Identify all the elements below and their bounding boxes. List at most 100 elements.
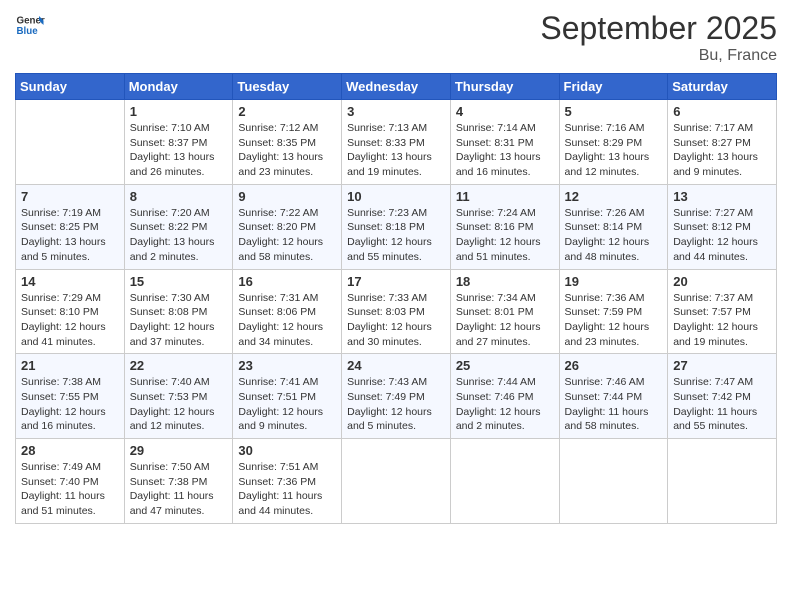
day-number: 25 [456, 358, 554, 373]
calendar-cell: 30Sunrise: 7:51 AM Sunset: 7:36 PM Dayli… [233, 439, 342, 524]
calendar-cell [16, 100, 125, 185]
calendar-table: SundayMondayTuesdayWednesdayThursdayFrid… [15, 73, 777, 524]
day-number: 18 [456, 274, 554, 289]
day-info: Sunrise: 7:44 AM Sunset: 7:46 PM Dayligh… [456, 375, 554, 434]
day-info: Sunrise: 7:34 AM Sunset: 8:01 PM Dayligh… [456, 291, 554, 350]
day-number: 24 [347, 358, 445, 373]
calendar-cell [559, 439, 668, 524]
calendar-cell: 10 Sunrise: 7:23 AM Sunset: 8:18 PM Dayli… [342, 184, 451, 269]
calendar-cell: 11Sunrise: 7:24 AM Sunset: 8:16 PM Dayli… [450, 184, 559, 269]
calendar-cell: 20Sunrise: 7:37 AM Sunset: 7:57 PM Dayli… [668, 269, 777, 354]
day-info: Sunrise: 7:16 AM Sunset: 8:29 PM Dayligh… [565, 121, 663, 180]
logo: General Blue [15, 10, 45, 40]
logo-icon: General Blue [15, 10, 45, 40]
day-number: 29 [130, 443, 228, 458]
calendar-cell: 27 Sunrise: 7:47 AM Sunset: 7:42 PM Dayli… [668, 354, 777, 439]
calendar-cell: 18 Sunrise: 7:34 AM Sunset: 8:01 PM Dayli… [450, 269, 559, 354]
day-number: 2 [238, 104, 336, 119]
day-info: Sunrise: 7:31 AM Sunset: 8:06 PM Dayligh… [238, 291, 336, 350]
calendar-cell: 19 Sunrise: 7:36 AM Sunset: 7:59 PM Dayli… [559, 269, 668, 354]
day-info: Sunrise: 7:12 AM Sunset: 8:35 PM Dayligh… [238, 121, 336, 180]
calendar-cell: 28 Sunrise: 7:49 AM Sunset: 7:40 PM Dayli… [16, 439, 125, 524]
day-info: Sunrise: 7:49 AM Sunset: 7:40 PM Dayligh… [21, 460, 119, 519]
day-of-week-header: Friday [559, 74, 668, 100]
day-info: Sunrise: 7:22 AM Sunset: 8:20 PM Dayligh… [238, 206, 336, 265]
location-subtitle: Bu, France [540, 47, 777, 65]
day-info: Sunrise: 7:19 AM Sunset: 8:25 PM Dayligh… [21, 206, 119, 265]
day-number: 10 [347, 189, 445, 204]
day-info: Sunrise: 7:24 AM Sunset: 8:16 PM Dayligh… [456, 206, 554, 265]
calendar-cell: 9Sunrise: 7:22 AM Sunset: 8:20 PM Daylig… [233, 184, 342, 269]
day-number: 17 [347, 274, 445, 289]
day-info: Sunrise: 7:26 AM Sunset: 8:14 PM Dayligh… [565, 206, 663, 265]
day-number: 3 [347, 104, 445, 119]
calendar-cell: 24Sunrise: 7:43 AM Sunset: 7:49 PM Dayli… [342, 354, 451, 439]
calendar-week-row: 28 Sunrise: 7:49 AM Sunset: 7:40 PM Dayli… [16, 439, 777, 524]
day-info: Sunrise: 7:47 AM Sunset: 7:42 PM Dayligh… [673, 375, 771, 434]
day-info: Sunrise: 7:23 AM Sunset: 8:18 PM Dayligh… [347, 206, 445, 265]
day-number: 19 [565, 274, 663, 289]
calendar-header-row: SundayMondayTuesdayWednesdayThursdayFrid… [16, 74, 777, 100]
day-of-week-header: Wednesday [342, 74, 451, 100]
page-header: General Blue September 2025 Bu, France [15, 10, 777, 65]
calendar-week-row: 1 Sunrise: 7:10 AM Sunset: 8:37 PM Daylig… [16, 100, 777, 185]
day-of-week-header: Monday [124, 74, 233, 100]
calendar-cell [450, 439, 559, 524]
calendar-cell: 4 Sunrise: 7:14 AM Sunset: 8:31 PM Daylig… [450, 100, 559, 185]
day-info: Sunrise: 7:51 AM Sunset: 7:36 PM Dayligh… [238, 460, 336, 519]
day-of-week-header: Thursday [450, 74, 559, 100]
day-info: Sunrise: 7:40 AM Sunset: 7:53 PM Dayligh… [130, 375, 228, 434]
day-number: 14 [21, 274, 119, 289]
calendar-cell: 29Sunrise: 7:50 AM Sunset: 7:38 PM Dayli… [124, 439, 233, 524]
day-info: Sunrise: 7:14 AM Sunset: 8:31 PM Dayligh… [456, 121, 554, 180]
calendar-week-row: 21 Sunrise: 7:38 AM Sunset: 7:55 PM Dayli… [16, 354, 777, 439]
day-number: 22 [130, 358, 228, 373]
calendar-cell: 7 Sunrise: 7:19 AM Sunset: 8:25 PM Daylig… [16, 184, 125, 269]
day-of-week-header: Tuesday [233, 74, 342, 100]
calendar-cell: 17 Sunrise: 7:33 AM Sunset: 8:03 PM Dayli… [342, 269, 451, 354]
day-info: Sunrise: 7:36 AM Sunset: 7:59 PM Dayligh… [565, 291, 663, 350]
day-number: 26 [565, 358, 663, 373]
calendar-cell: 1 Sunrise: 7:10 AM Sunset: 8:37 PM Daylig… [124, 100, 233, 185]
calendar-cell [342, 439, 451, 524]
title-block: September 2025 Bu, France [540, 10, 777, 65]
day-number: 12 [565, 189, 663, 204]
calendar-cell: 2 Sunrise: 7:12 AM Sunset: 8:35 PM Daylig… [233, 100, 342, 185]
day-number: 1 [130, 104, 228, 119]
day-number: 15 [130, 274, 228, 289]
calendar-cell: 12 Sunrise: 7:26 AM Sunset: 8:14 PM Dayli… [559, 184, 668, 269]
day-info: Sunrise: 7:17 AM Sunset: 8:27 PM Dayligh… [673, 121, 771, 180]
day-info: Sunrise: 7:33 AM Sunset: 8:03 PM Dayligh… [347, 291, 445, 350]
calendar-week-row: 7 Sunrise: 7:19 AM Sunset: 8:25 PM Daylig… [16, 184, 777, 269]
calendar-week-row: 14 Sunrise: 7:29 AM Sunset: 8:10 PM Dayli… [16, 269, 777, 354]
day-of-week-header: Sunday [16, 74, 125, 100]
calendar-cell: 22 Sunrise: 7:40 AM Sunset: 7:53 PM Dayli… [124, 354, 233, 439]
day-number: 20 [673, 274, 771, 289]
calendar-cell: 8 Sunrise: 7:20 AM Sunset: 8:22 PM Daylig… [124, 184, 233, 269]
day-info: Sunrise: 7:38 AM Sunset: 7:55 PM Dayligh… [21, 375, 119, 434]
day-info: Sunrise: 7:30 AM Sunset: 8:08 PM Dayligh… [130, 291, 228, 350]
day-info: Sunrise: 7:29 AM Sunset: 8:10 PM Dayligh… [21, 291, 119, 350]
day-info: Sunrise: 7:10 AM Sunset: 8:37 PM Dayligh… [130, 121, 228, 180]
calendar-cell: 13Sunrise: 7:27 AM Sunset: 8:12 PM Dayli… [668, 184, 777, 269]
day-number: 23 [238, 358, 336, 373]
main-title: September 2025 [540, 10, 777, 47]
calendar-cell [668, 439, 777, 524]
day-info: Sunrise: 7:20 AM Sunset: 8:22 PM Dayligh… [130, 206, 228, 265]
day-number: 8 [130, 189, 228, 204]
day-info: Sunrise: 7:46 AM Sunset: 7:44 PM Dayligh… [565, 375, 663, 434]
day-info: Sunrise: 7:27 AM Sunset: 8:12 PM Dayligh… [673, 206, 771, 265]
calendar-cell: 25 Sunrise: 7:44 AM Sunset: 7:46 PM Dayli… [450, 354, 559, 439]
day-number: 7 [21, 189, 119, 204]
day-info: Sunrise: 7:41 AM Sunset: 7:51 PM Dayligh… [238, 375, 336, 434]
day-number: 6 [673, 104, 771, 119]
calendar-cell: 16Sunrise: 7:31 AM Sunset: 8:06 PM Dayli… [233, 269, 342, 354]
calendar-cell: 26 Sunrise: 7:46 AM Sunset: 7:44 PM Dayli… [559, 354, 668, 439]
day-number: 27 [673, 358, 771, 373]
day-number: 28 [21, 443, 119, 458]
day-number: 4 [456, 104, 554, 119]
day-number: 21 [21, 358, 119, 373]
calendar-cell: 14 Sunrise: 7:29 AM Sunset: 8:10 PM Dayli… [16, 269, 125, 354]
day-info: Sunrise: 7:13 AM Sunset: 8:33 PM Dayligh… [347, 121, 445, 180]
calendar-cell: 3 Sunrise: 7:13 AM Sunset: 8:33 PM Daylig… [342, 100, 451, 185]
